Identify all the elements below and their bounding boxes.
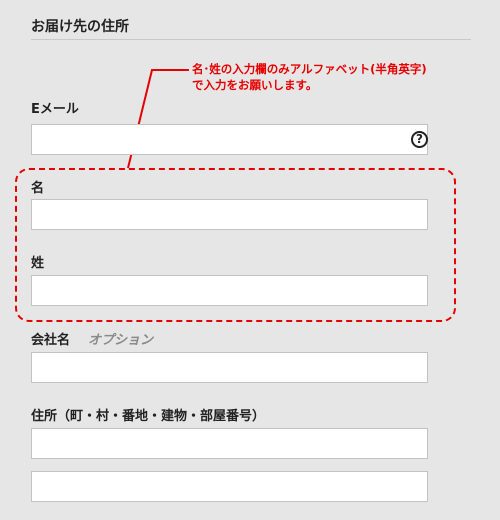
first-name-label: 名 [31,181,45,196]
last-name-label: 姓 [31,256,45,271]
first-name-field[interactable] [31,199,428,230]
company-label: 会社名 [31,333,71,348]
company-field[interactable] [31,352,428,383]
annotation-line-1: 名･姓の入力欄のみアルファベット(半角英字) [192,62,427,76]
email-field[interactable] [31,124,428,155]
optional-tag: オプション [88,333,154,348]
annotation-note: 名･姓の入力欄のみアルファベット(半角英字) で入力をお願いします。 [192,61,492,93]
address-line2-field[interactable] [31,471,428,502]
section-divider [31,39,471,40]
company-label-row: 会社名 オプション [31,329,153,348]
address-label: 住所（町・村・番地・建物・部屋番号） [31,409,266,424]
annotation-line-2: で入力をお願いします。 [192,78,318,92]
last-name-field[interactable] [31,275,428,306]
question-circle-icon[interactable]: ? [411,131,428,148]
section-title: お届け先の住所 [31,19,129,35]
email-label: Eメール [31,102,79,117]
address-line1-field[interactable] [31,428,428,459]
